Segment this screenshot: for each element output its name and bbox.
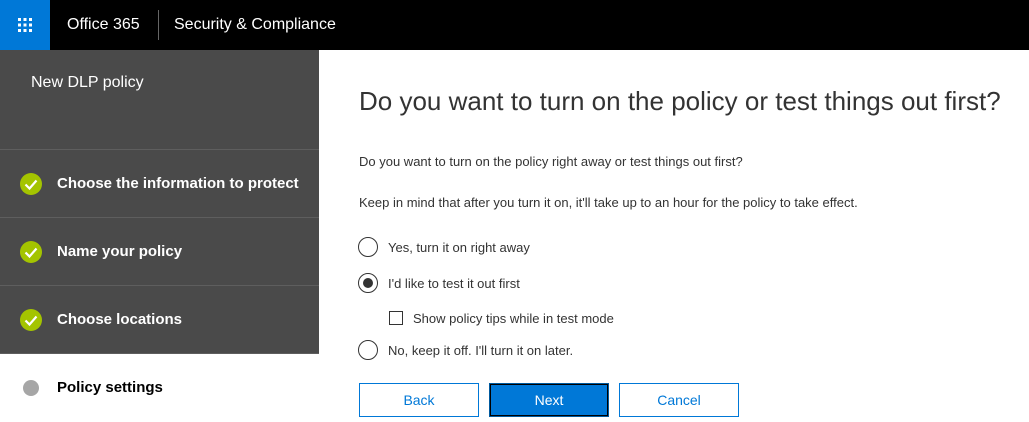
- app-launcher-button[interactable]: [0, 0, 50, 50]
- option-label: I'd like to test it out first: [388, 275, 520, 291]
- check-circle-icon: [20, 173, 42, 195]
- step-label: Choose the information to protect: [57, 175, 299, 192]
- check-circle-icon: [20, 241, 42, 263]
- wizard-title: New DLP policy: [31, 74, 144, 91]
- radio-button[interactable]: [358, 340, 378, 360]
- step-choose-information[interactable]: Choose the information to protect: [0, 150, 319, 218]
- note-text: Keep in mind that after you turn it on, …: [359, 195, 858, 210]
- next-button[interactable]: Next: [489, 383, 609, 417]
- step-name-policy[interactable]: Name your policy: [0, 218, 319, 286]
- option-keep-off[interactable]: No, keep it off. I'll turn it on later.: [358, 339, 573, 361]
- page-title: Do you want to turn on the policy or tes…: [359, 86, 1001, 116]
- option-turn-on-now[interactable]: Yes, turn it on right away: [358, 236, 530, 258]
- office-365-link[interactable]: Office 365: [67, 0, 140, 50]
- top-bar: Office 365 Security & Compliance: [0, 0, 1029, 50]
- checkbox[interactable]: [389, 311, 403, 325]
- wizard-sidebar: New DLP policy Choose the information to…: [0, 50, 319, 422]
- checkbox-label: Show policy tips while in test mode: [413, 310, 614, 326]
- radio-button[interactable]: [358, 237, 378, 257]
- step-label: Name your policy: [57, 243, 183, 260]
- back-button[interactable]: Back: [359, 383, 479, 417]
- question-text: Do you want to turn on the policy right …: [359, 154, 743, 169]
- step-label: Policy settings: [57, 379, 163, 396]
- option-label: Yes, turn it on right away: [388, 239, 530, 255]
- step-choose-locations[interactable]: Choose locations: [0, 286, 319, 354]
- main-content: Do you want to turn on the policy or tes…: [319, 50, 1029, 420]
- option-test-first[interactable]: I'd like to test it out first: [358, 272, 520, 294]
- step-policy-settings[interactable]: Policy settings: [0, 354, 319, 422]
- cancel-button[interactable]: Cancel: [619, 383, 739, 417]
- option-label: No, keep it off. I'll turn it on later.: [388, 342, 574, 358]
- step-label: Choose locations: [57, 311, 183, 328]
- option-show-policy-tips[interactable]: Show policy tips while in test mode: [389, 308, 614, 328]
- radio-button-selected[interactable]: [358, 273, 378, 293]
- current-step-dot-icon: [23, 380, 39, 396]
- app-title[interactable]: Security & Compliance: [174, 0, 336, 50]
- check-circle-icon: [20, 309, 42, 331]
- wizard-header: New DLP policy: [0, 50, 319, 150]
- topbar-divider: [158, 10, 159, 40]
- app-launcher-icon: [18, 18, 32, 32]
